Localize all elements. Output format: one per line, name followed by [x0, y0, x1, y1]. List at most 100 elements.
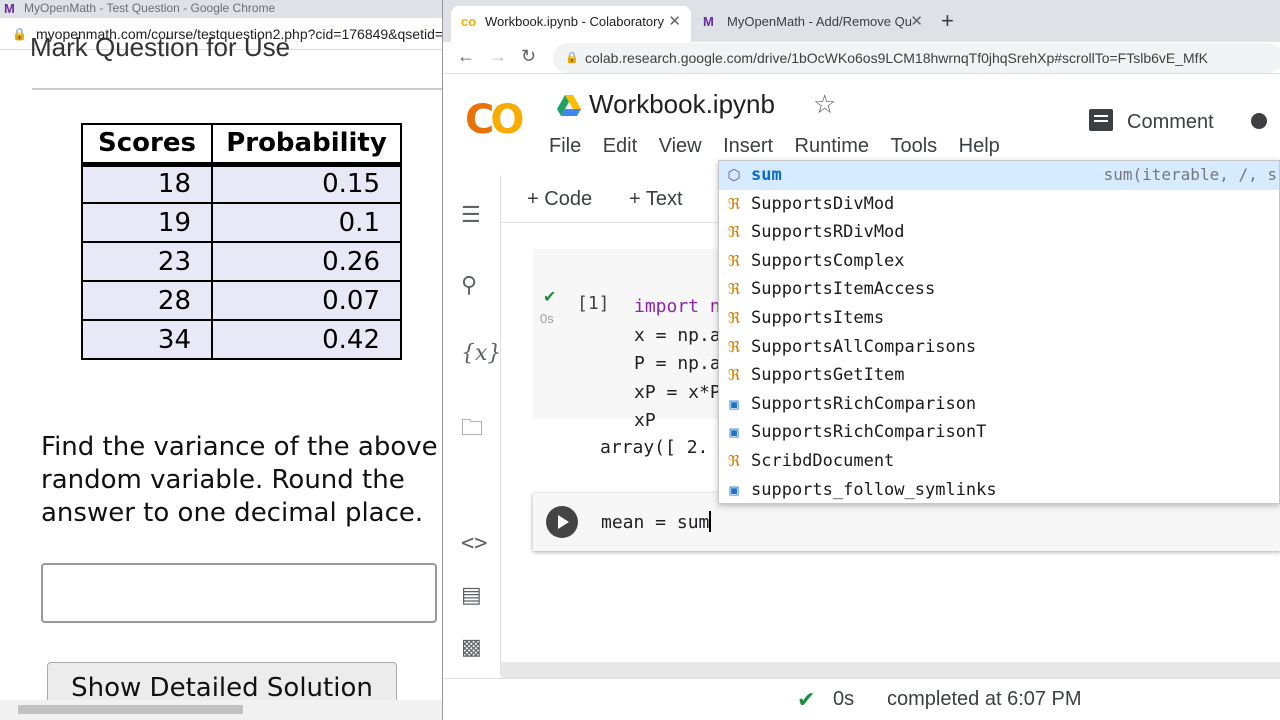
text-caret	[709, 511, 712, 532]
table-of-contents-icon[interactable]: ☰	[461, 203, 481, 228]
class-icon: ℜ	[727, 280, 741, 299]
tab-label: MyOpenMath - Add/Remove Qu	[727, 14, 912, 29]
autocomplete-label: ScribdDocument	[751, 451, 895, 471]
header-scores: Scores	[81, 123, 213, 167]
autocomplete-label: SupportsItemAccess	[751, 279, 936, 300]
new-tab-icon[interactable]: +	[941, 8, 954, 34]
question-content: Mark Question for Use Scores Probability…	[0, 32, 442, 712]
files-icon[interactable]: 🗀	[461, 411, 483, 449]
command-palette-icon[interactable]: ▤	[461, 583, 482, 608]
terminal-icon[interactable]: ▩	[461, 635, 482, 660]
autocomplete-item[interactable]: ▣ SupportsRichComparisonT	[719, 418, 1279, 447]
autocomplete-item[interactable]: ℜ SupportsAllComparisons	[719, 333, 1279, 362]
code-snippets-icon[interactable]: <>	[461, 531, 488, 556]
variables-icon[interactable]: {x}	[461, 341, 501, 366]
autocomplete-item[interactable]: ℜ SupportsRDivMod	[719, 218, 1279, 247]
autocomplete-item[interactable]: ℜ ScribdDocument	[719, 447, 1279, 476]
autocomplete-label: sum	[751, 165, 782, 185]
search-icon[interactable]: ⚲	[461, 273, 477, 298]
class-icon: ℜ	[727, 194, 741, 213]
account-icon[interactable]	[1251, 113, 1267, 129]
autocomplete-item[interactable]: ▣ supports_follow_symlinks	[719, 476, 1279, 503]
cell-code-editor[interactable]: mean = sum	[601, 511, 712, 533]
lock-icon: 🔒	[565, 52, 579, 64]
tab-colab[interactable]: co Workbook.ipynb - Colaboratory ✕	[451, 6, 691, 42]
comment-label: Comment	[1127, 111, 1214, 133]
myopenmath-window: M MyOpenMath - Test Question - Google Ch…	[0, 0, 442, 720]
left-window-title: MyOpenMath - Test Question - Google Chro…	[24, 1, 276, 15]
autocomplete-item[interactable]: ⬡ sum sum(iterable, /, s	[719, 161, 1279, 190]
score-cell: 34	[81, 319, 213, 360]
autocomplete-item[interactable]: ℜ SupportsDivMod	[719, 190, 1279, 219]
menu-insert[interactable]: Insert	[723, 135, 773, 158]
add-code-label: Code	[544, 188, 593, 210]
menu-edit[interactable]: Edit	[603, 135, 637, 158]
status-text[interactable]: completed at 6:07 PM	[887, 688, 1082, 711]
address-bar[interactable]: 🔒 colab.research.google.com/drive/1bOcWK…	[553, 43, 1280, 73]
close-icon[interactable]: ✕	[668, 6, 681, 38]
function-icon: ⬡	[727, 166, 741, 184]
autocomplete-item[interactable]: ℜ SupportsItems	[719, 304, 1279, 333]
autocomplete-label: SupportsRichComparisonT	[751, 422, 987, 443]
autocomplete-dropdown: ⬡ sum sum(iterable, /, s ℜ SupportsDivMod …	[718, 160, 1280, 504]
autocomplete-label: SupportsAllComparisons	[751, 336, 977, 357]
autocomplete-item[interactable]: ℜ SupportsItemAccess	[719, 275, 1279, 304]
add-text-button[interactable]: + Text	[629, 188, 683, 211]
autocomplete-label: SupportsItems	[751, 308, 885, 328]
question-text: Find the variance of the above random va…	[41, 432, 438, 528]
menu-file[interactable]: File	[549, 135, 581, 158]
close-icon[interactable]: ✕	[910, 6, 923, 38]
score-cell: 18	[81, 163, 213, 204]
side-rail: ☰ ⚲ {x} 🗀 <> ▤ ▩	[443, 175, 501, 675]
colab-logo-icon[interactable]: CO	[465, 97, 524, 143]
module-icon: ▣	[729, 423, 739, 442]
table-row: 18 0.15	[81, 163, 402, 204]
class-icon: ℜ	[727, 251, 741, 270]
forward-arrow-icon[interactable]: →	[489, 46, 507, 67]
tab-myopenmath[interactable]: M MyOpenMath - Add/Remove Qu ✕	[693, 6, 933, 42]
answer-input[interactable]	[41, 563, 437, 623]
module-icon: ▣	[729, 394, 739, 413]
menu-tools[interactable]: Tools	[890, 135, 937, 158]
reload-icon[interactable]: ↻	[521, 46, 536, 67]
class-icon: ℜ	[727, 309, 741, 327]
status-time: 0s	[833, 688, 855, 710]
menu-runtime[interactable]: Runtime	[795, 135, 869, 158]
autocomplete-item[interactable]: ℜ SupportsComplex	[719, 247, 1279, 276]
probability-cell: 0.07	[211, 280, 402, 321]
autocomplete-label: SupportsRichComparison	[751, 393, 977, 414]
table-row: 28 0.07	[81, 280, 402, 321]
autocomplete-item[interactable]: ℜ SupportsGetItem	[719, 361, 1279, 390]
comment-button[interactable]: Comment	[1089, 109, 1214, 134]
myopenmath-logo-icon: M	[4, 1, 15, 16]
add-text-label: Text	[645, 188, 683, 210]
score-cell: 28	[81, 280, 213, 321]
code-line: mean = sum	[601, 512, 710, 533]
google-drive-icon[interactable]	[557, 95, 581, 117]
notebook-title[interactable]: Workbook.ipynb	[589, 89, 775, 120]
menu-help[interactable]: Help	[959, 135, 1000, 158]
mark-question-checkbox[interactable]: Mark Question for Use	[30, 32, 290, 63]
class-icon: ℜ	[727, 366, 741, 385]
menu-view[interactable]: View	[659, 135, 702, 158]
add-code-button[interactable]: + Code	[527, 188, 592, 211]
autocomplete-label: supports_follow_symlinks	[751, 479, 997, 500]
probability-cell: 0.1	[211, 202, 402, 243]
table-row: 19 0.1	[81, 202, 402, 243]
horizontal-scrollbar[interactable]	[501, 662, 1280, 678]
autocomplete-item[interactable]: ▣ SupportsRichComparison	[719, 390, 1279, 419]
scrollbar-thumb[interactable]	[18, 705, 243, 714]
table-row: 23 0.26	[81, 241, 402, 282]
run-cell-button[interactable]	[546, 506, 578, 538]
probability-cell: 0.42	[211, 319, 402, 360]
back-arrow-icon[interactable]: ←	[457, 46, 475, 67]
horizontal-scrollbar[interactable]	[0, 700, 442, 720]
tab-label: Workbook.ipynb - Colaboratory	[485, 14, 664, 29]
cell-output: array([ 2.	[600, 437, 709, 458]
star-icon[interactable]: ☆	[813, 89, 836, 120]
autocomplete-label: SupportsGetItem	[751, 365, 905, 386]
mark-question-label: Mark Question for Use	[30, 32, 291, 62]
check-icon: ✔	[797, 687, 816, 712]
score-cell: 19	[81, 202, 213, 243]
lock-icon: 🔒	[12, 27, 27, 41]
